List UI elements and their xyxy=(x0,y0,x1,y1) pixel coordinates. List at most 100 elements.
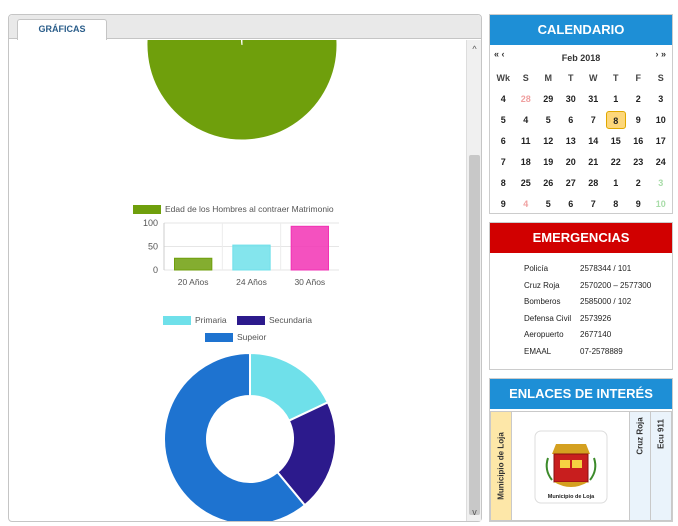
donut-legend-supeior: Supeior xyxy=(205,332,267,343)
emergency-name: Defensa Civil xyxy=(524,313,572,323)
links-title: ENLACES DE INTERÉS xyxy=(490,379,672,409)
legend-label-secundaria: Secundaria xyxy=(269,315,313,325)
calendar-day-header: S xyxy=(657,72,664,83)
emergency-row: Policía 2578344 / 101 xyxy=(524,264,631,273)
calendar-day[interactable]: 24 xyxy=(650,151,673,172)
calendar-day[interactable]: 26 xyxy=(537,172,560,193)
tab-bar: GRÁFICAS xyxy=(9,15,481,40)
calendar-day[interactable]: 5 xyxy=(537,193,560,214)
emergency-phone: 2573926 xyxy=(580,313,612,323)
calendar-day[interactable]: 3 xyxy=(650,88,673,109)
calendar-day[interactable]: 2 xyxy=(627,88,650,109)
calendar-day[interactable]: 12 xyxy=(537,130,560,151)
scroll-up-arrow-icon[interactable]: ^ xyxy=(467,42,482,56)
calendar-day[interactable]: 29 xyxy=(537,88,560,109)
emergency-name: EMAAL xyxy=(524,346,552,356)
calendar-day[interactable]: 5 xyxy=(537,109,560,130)
calendar-day[interactable]: 15 xyxy=(605,130,628,151)
calendar-day-header: T xyxy=(568,72,574,83)
calendar-day[interactable]: 22 xyxy=(605,151,628,172)
calendar-day[interactable]: 6 xyxy=(560,109,583,130)
legend-label-supeior: Supeior xyxy=(237,332,267,342)
calendar-day[interactable]: 11 xyxy=(515,130,538,151)
calendar-day[interactable]: 20 xyxy=(560,151,583,172)
calendar-day[interactable]: 2 xyxy=(627,172,650,193)
calendar-day[interactable]: 10 xyxy=(650,109,673,130)
bar-mark xyxy=(232,244,271,271)
emergency-name: Policía xyxy=(524,264,549,273)
calendar-grid: Wk S M T W T F S 4 28 29 30 31 1 2 3 5 4 5 6 7 8 9 10 6 11 12 13 14… xyxy=(492,67,672,214)
emergency-row: Bomberos 2585000 / 102 xyxy=(524,297,631,306)
calendar-day[interactable]: 8 xyxy=(605,109,628,130)
calendar-day[interactable]: 3 xyxy=(650,172,673,193)
calendar-day[interactable]: 13 xyxy=(560,130,583,151)
calendar-day-header: M xyxy=(544,72,553,83)
calendar-day-header: T xyxy=(613,72,619,83)
link-cruz-roja[interactable]: Cruz Roja xyxy=(630,411,651,521)
calendar-day[interactable]: 10 xyxy=(650,193,673,214)
emergency-row: Defensa Civil 2573926 xyxy=(524,314,611,323)
bar-ytick-label: 50 xyxy=(148,242,158,252)
municipio-logo-cell[interactable]: Municipio de Loja xyxy=(512,411,630,521)
calendar-day[interactable]: 21 xyxy=(582,151,605,172)
scroll-thumb[interactable] xyxy=(469,155,480,515)
calendar-day-header: F xyxy=(635,72,642,83)
emergency-row: Cruz Roja 2570200 – 2577300 xyxy=(524,281,651,290)
bar-ytick-label: 100 xyxy=(143,218,158,228)
legend-swatch-primaria xyxy=(163,316,191,326)
calendar-day[interactable]: 17 xyxy=(650,130,673,151)
links-widget: ENLACES DE INTERÉS Municipio de Loja Mun… xyxy=(489,378,673,522)
calendar-day[interactable]: 18 xyxy=(515,151,538,172)
calendar-day[interactable]: 7 xyxy=(582,193,605,214)
legend-swatch-supeior xyxy=(205,333,233,343)
calendar-day[interactable]: 7 xyxy=(582,109,605,130)
legend-swatch-secundaria xyxy=(237,316,265,326)
charts-scroll-area[interactable]: 0 50 100 20 Años 24 Años 30 Años Edad de los … xyxy=(9,40,465,521)
emergency-row: Aeropuerto 2677140 xyxy=(524,330,611,339)
emergency-phone: 2677140 xyxy=(580,330,612,339)
calendar-day-header: S xyxy=(522,72,529,83)
bar-legend-swatch xyxy=(133,205,161,215)
calendar-day[interactable]: 23 xyxy=(627,151,650,172)
calendar-day[interactable]: 31 xyxy=(582,88,605,109)
bar-xtick-label: 30 Años xyxy=(294,277,325,287)
pie-slice xyxy=(146,40,338,141)
calendar-day[interactable]: 9 xyxy=(627,193,650,214)
municipio-logo-caption: Municipio de Loja xyxy=(548,494,595,500)
bar-legend: Edad de los Hombres al contraer Matrimon… xyxy=(133,204,334,215)
calendar-day[interactable]: 30 xyxy=(560,88,583,109)
calendar-day[interactable]: 14 xyxy=(582,130,605,151)
tab-graficas[interactable]: GRÁFICAS xyxy=(17,19,107,40)
bar-legend-label: Edad de los Hombres al contraer Matrimon… xyxy=(165,204,334,214)
link-ecu-911[interactable]: Ecu 911 xyxy=(651,411,672,521)
calendar-next-icon[interactable]: › » xyxy=(655,49,666,59)
calendar-month: Feb 2018 xyxy=(561,53,601,63)
emergency-name: Cruz Roja xyxy=(524,280,560,290)
calendar-day[interactable]: 16 xyxy=(627,130,650,151)
calendar-day[interactable]: 4 xyxy=(515,109,538,130)
calendar-day[interactable]: 28 xyxy=(582,172,605,193)
link-municipio-de-loja[interactable]: Municipio de Loja xyxy=(490,411,512,521)
calendar-day[interactable]: 4 xyxy=(515,193,538,214)
vertical-scrollbar[interactable]: ^ v xyxy=(466,40,481,521)
calendar-week-number: 8 xyxy=(500,177,506,188)
calendar-day[interactable]: 25 xyxy=(515,172,538,193)
calendar-day-header: W xyxy=(589,72,598,83)
calendar-day[interactable]: 1 xyxy=(605,88,628,109)
calendar-day[interactable]: 8 xyxy=(605,193,628,214)
calendar-week-number: 7 xyxy=(500,156,506,167)
calendar-day[interactable]: 27 xyxy=(560,172,583,193)
calendar-day[interactable]: 9 xyxy=(627,109,650,130)
scroll-down-arrow-icon[interactable]: v xyxy=(467,505,482,519)
calendar-day[interactable]: 1 xyxy=(605,172,628,193)
link-label: Municipio de Loja xyxy=(496,432,506,500)
calendar-week-number: 4 xyxy=(500,93,506,104)
emergency-name: Bomberos xyxy=(524,297,561,306)
charts-panel: GRÁFICAS 0 50 100 20 Años 24 Años 30 Años Eda… xyxy=(8,14,482,522)
calendar-week-number: 6 xyxy=(500,135,506,146)
calendar-week-number: 5 xyxy=(500,114,506,125)
calendar-day[interactable]: 6 xyxy=(560,193,583,214)
calendar-day[interactable]: 19 xyxy=(537,151,560,172)
link-label: Ecu 911 xyxy=(656,419,666,449)
calendar-day[interactable]: 28 xyxy=(515,88,538,109)
